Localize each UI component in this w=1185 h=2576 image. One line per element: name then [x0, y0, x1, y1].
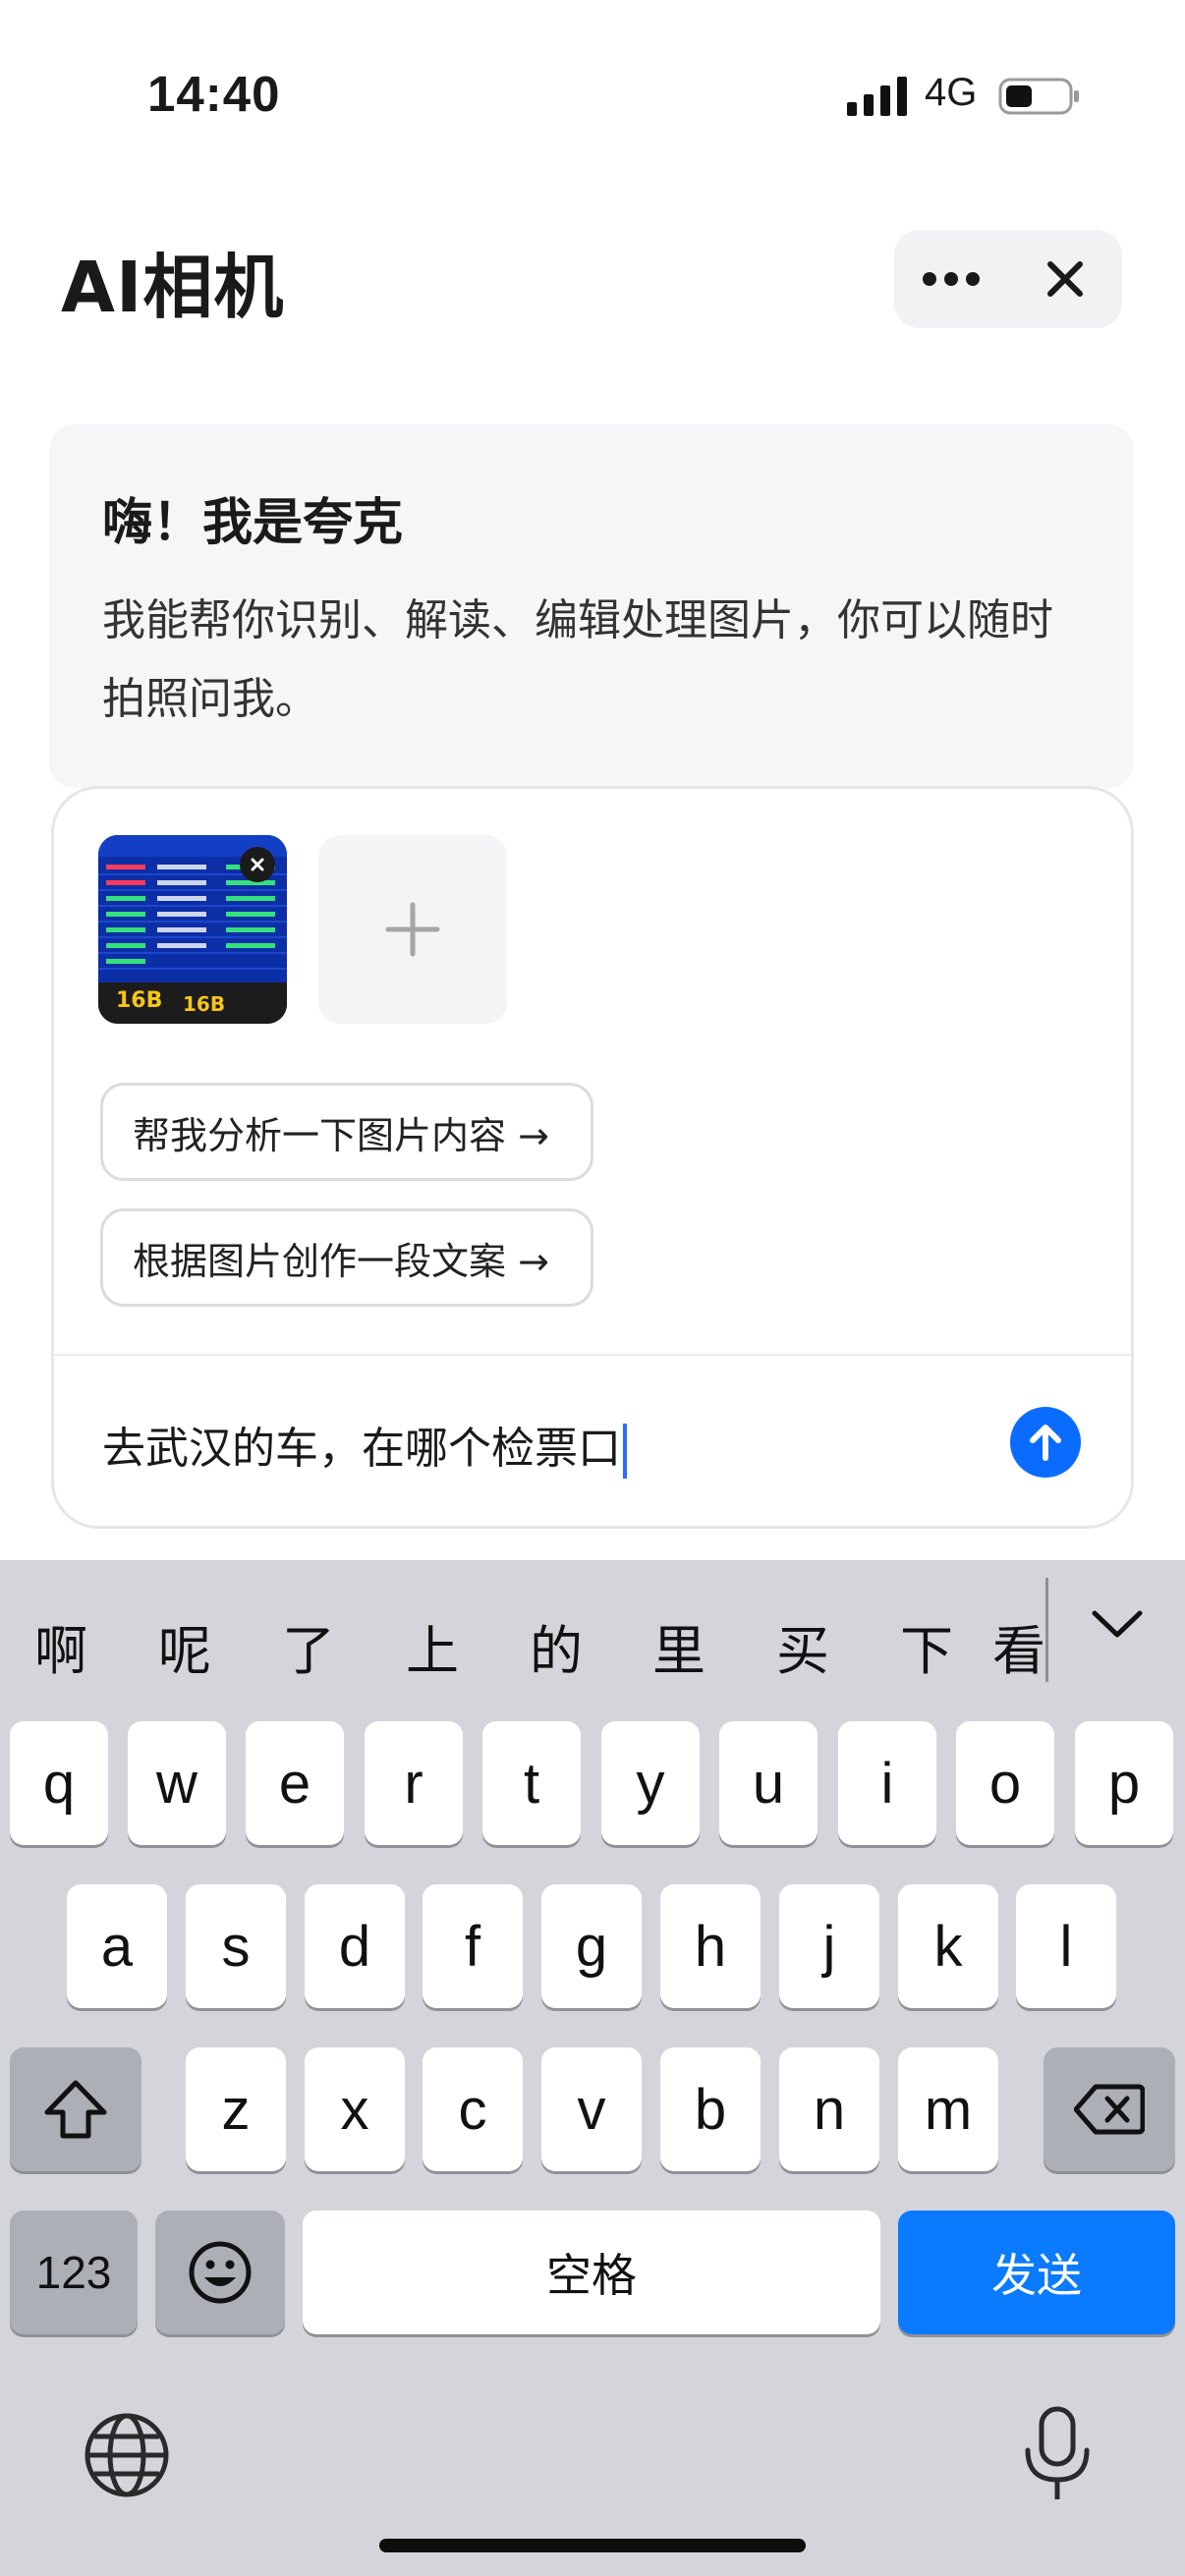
send-arrow-icon	[1030, 1425, 1061, 1461]
backspace-key[interactable]	[1044, 2047, 1175, 2171]
key-i[interactable]: i	[838, 1721, 936, 1845]
key-y[interactable]: y	[601, 1721, 700, 1845]
candidate-word[interactable]: 看	[992, 1607, 1045, 1685]
candidate-word[interactable]: 啊	[12, 1607, 110, 1685]
key-p[interactable]: p	[1075, 1721, 1173, 1845]
status-time: 14:40	[147, 66, 281, 122]
add-image-button[interactable]	[318, 835, 507, 1024]
key-n[interactable]: n	[779, 2047, 879, 2171]
emoji-icon	[189, 2241, 252, 2304]
board-label-2: 16B	[183, 992, 226, 1016]
key-x[interactable]: x	[305, 2047, 405, 2171]
suggestion-copywriting[interactable]: 根据图片创作一段文案 →	[100, 1208, 593, 1307]
emoji-key[interactable]	[155, 2211, 285, 2334]
message-input-value: 去武汉的车，在哪个检票口	[102, 1424, 621, 1474]
key-f[interactable]: f	[423, 1884, 523, 2008]
candidate-word[interactable]: 呢	[136, 1607, 234, 1685]
text-caret	[623, 1424, 627, 1479]
candidate-word[interactable]: 上	[383, 1607, 481, 1685]
key-k[interactable]: k	[898, 1884, 998, 2008]
remove-image-button[interactable]	[240, 847, 275, 882]
page-title: AI相机	[61, 247, 285, 328]
key-v[interactable]: v	[541, 2047, 642, 2171]
key-u[interactable]: u	[719, 1721, 818, 1845]
close-icon	[1047, 261, 1083, 297]
key-l[interactable]: l	[1016, 1884, 1116, 2008]
greeting-title: 嗨！我是夸克	[102, 494, 404, 552]
send-button[interactable]	[1010, 1407, 1081, 1478]
close-icon	[251, 858, 264, 871]
shift-key[interactable]	[10, 2047, 141, 2171]
space-key[interactable]: 空格	[303, 2211, 880, 2334]
key-z[interactable]: z	[186, 2047, 286, 2171]
candidate-separator	[1045, 1578, 1048, 1682]
key-o[interactable]: o	[956, 1721, 1054, 1845]
chevron-down-icon[interactable]	[1087, 1599, 1148, 1649]
board-label-1: 16B	[116, 988, 163, 1013]
message-input[interactable]: 去武汉的车，在哪个检票口	[102, 1413, 627, 1479]
close-button[interactable]	[1008, 230, 1122, 328]
divider	[54, 1354, 1131, 1356]
candidate-word[interactable]: 里	[630, 1607, 728, 1685]
key-q[interactable]: q	[10, 1721, 108, 1845]
key-m[interactable]: m	[898, 2047, 998, 2171]
key-b[interactable]: b	[660, 2047, 761, 2171]
greeting-body: 我能帮你识别、解读、编辑处理图片，你可以随时拍照问我。	[102, 595, 1053, 724]
more-icon	[923, 272, 980, 286]
globe-icon[interactable]	[83, 2411, 171, 2499]
key-r[interactable]: r	[365, 1721, 463, 1845]
key-c[interactable]: c	[423, 2047, 523, 2171]
candidate-word[interactable]: 了	[259, 1607, 358, 1685]
key-t[interactable]: t	[482, 1721, 581, 1845]
key-s[interactable]: s	[186, 1884, 286, 2008]
key-d[interactable]: d	[305, 1884, 405, 2008]
key-g[interactable]: g	[541, 1884, 642, 2008]
shift-icon	[44, 2080, 107, 2139]
more-button[interactable]	[894, 230, 1008, 328]
backspace-icon	[1074, 2084, 1145, 2135]
key-w[interactable]: w	[128, 1721, 226, 1845]
send-key[interactable]: 发送	[898, 2211, 1175, 2334]
candidate-word[interactable]: 的	[507, 1607, 605, 1685]
key-j[interactable]: j	[779, 1884, 879, 2008]
numbers-key[interactable]: 123	[10, 2211, 138, 2334]
network-type: 4G	[925, 71, 978, 114]
plus-icon	[385, 902, 440, 957]
signal-icon	[847, 77, 907, 116]
key-e[interactable]: e	[246, 1721, 344, 1845]
suggestion-analyze[interactable]: 帮我分析一下图片内容 →	[100, 1083, 593, 1181]
home-indicator	[379, 2539, 806, 2552]
candidate-word[interactable]: 下	[877, 1607, 976, 1685]
candidate-word[interactable]: 买	[754, 1607, 852, 1685]
key-a[interactable]: a	[67, 1884, 167, 2008]
microphone-icon[interactable]	[1018, 2405, 1097, 2503]
key-h[interactable]: h	[660, 1884, 761, 2008]
battery-icon	[998, 78, 1079, 115]
